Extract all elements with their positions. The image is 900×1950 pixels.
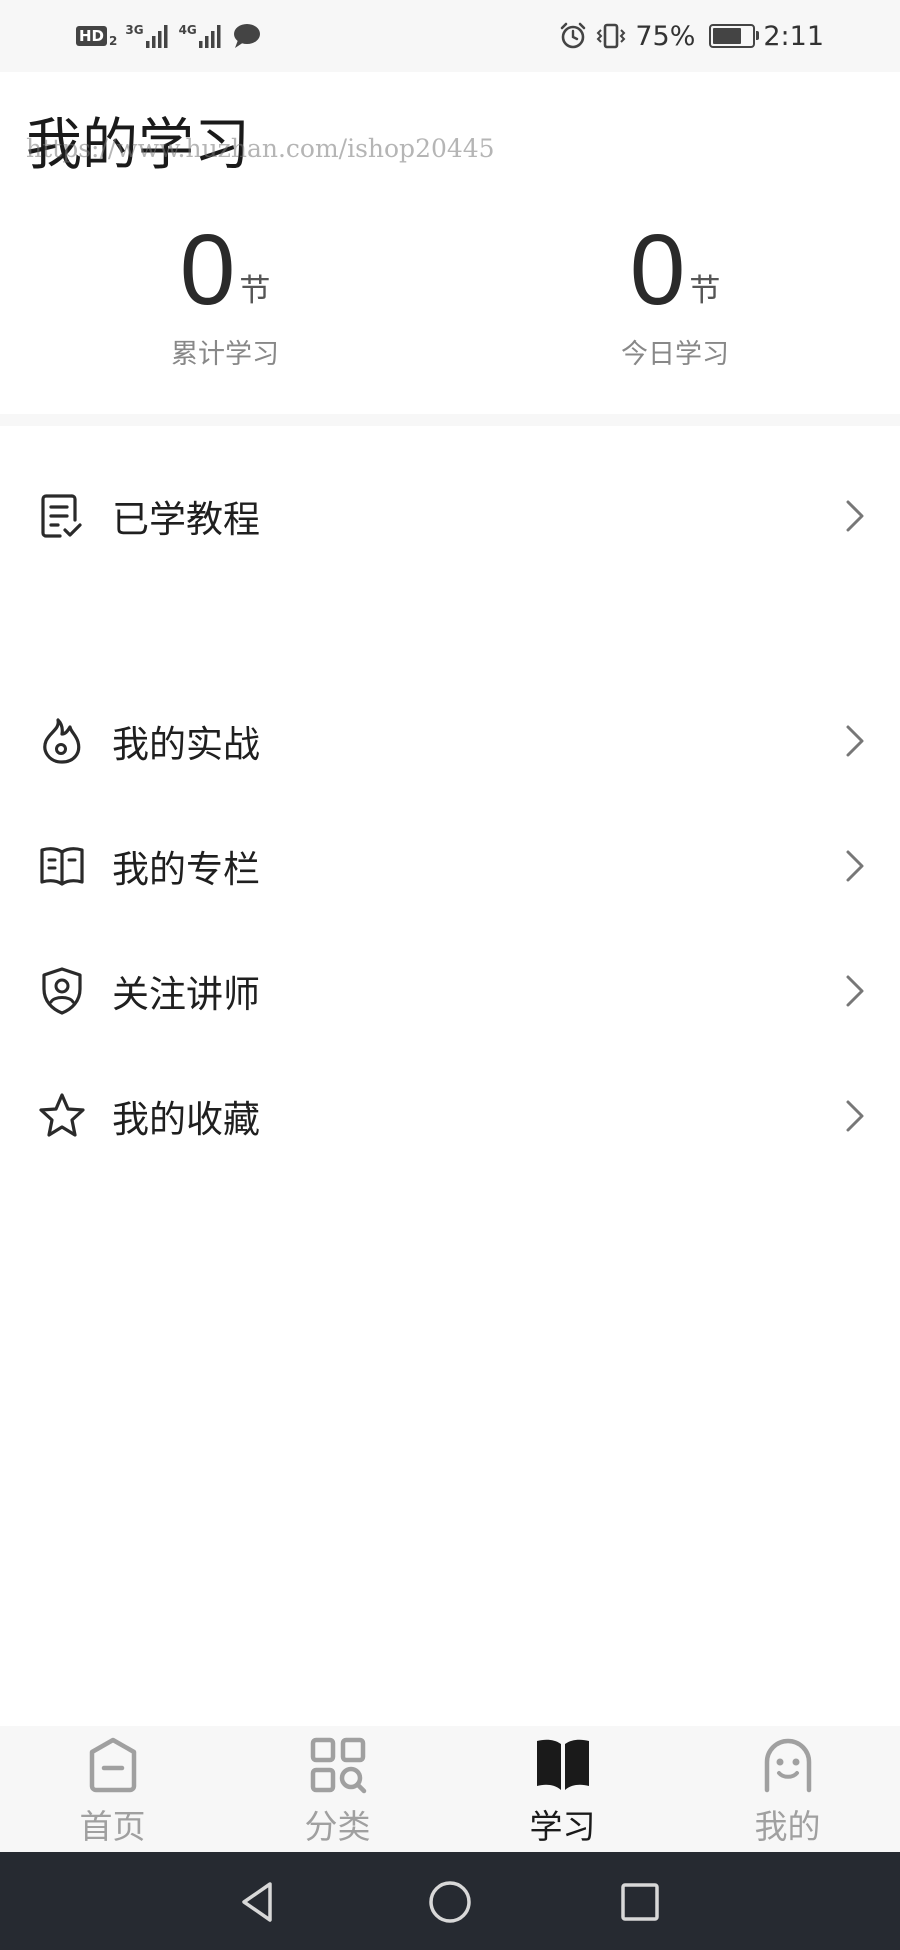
tab-category-label: 分类 bbox=[304, 1807, 371, 1846]
tab-mine-label: 我的 bbox=[754, 1807, 821, 1846]
chevron-right-icon bbox=[844, 974, 866, 1008]
signal-bars-icon bbox=[145, 25, 168, 48]
stat-today-label: 今日学习 bbox=[621, 339, 729, 370]
chevron-right-icon bbox=[844, 499, 866, 533]
menu-label-my-practice: 我的实战 bbox=[112, 723, 260, 766]
signal-3g: 3G bbox=[125, 23, 170, 49]
tab-category[interactable]: 分类 bbox=[225, 1726, 450, 1852]
menu-item-followed-teachers[interactable]: 关注讲师 bbox=[0, 936, 900, 1046]
stat-today-value-row: 0 节 bbox=[450, 220, 900, 320]
menu-label-learned-courses: 已学教程 bbox=[112, 498, 260, 541]
menu-item-learned-courses[interactable]: 已学教程 bbox=[0, 461, 900, 571]
stat-total: 0 节 累计学习 bbox=[0, 220, 450, 390]
menu-label-my-favorites: 我的收藏 bbox=[112, 1098, 260, 1141]
hd-label: HD bbox=[76, 26, 108, 46]
status-right: 75% 2:11 bbox=[559, 16, 824, 56]
section-divider bbox=[0, 414, 900, 426]
stat-total-value: 0 bbox=[179, 214, 236, 326]
stat-total-label: 累计学习 bbox=[171, 339, 279, 370]
hd-voice-indicator: HD 2 bbox=[76, 24, 117, 48]
tab-home[interactable]: 首页 bbox=[0, 1726, 225, 1852]
hd-sub-label: 2 bbox=[109, 34, 118, 48]
battery-icon bbox=[709, 24, 760, 48]
home-circle-icon[interactable] bbox=[426, 1878, 474, 1926]
signal-4g-label: 4G bbox=[178, 23, 197, 37]
tab-study[interactable]: 学习 bbox=[450, 1726, 675, 1852]
bottom-tab-bar: 首页 分类 学习 我的 bbox=[0, 1726, 900, 1852]
tab-home-label: 首页 bbox=[79, 1807, 146, 1846]
profile-icon bbox=[757, 1734, 819, 1796]
stat-today-value: 0 bbox=[629, 214, 686, 326]
stat-total-value-row: 0 节 bbox=[0, 220, 450, 320]
menu-item-my-practice[interactable]: 我的实战 bbox=[0, 686, 900, 796]
category-icon bbox=[307, 1734, 369, 1796]
stat-today: 0 节 今日学习 bbox=[450, 220, 900, 390]
vibrate-icon bbox=[596, 23, 626, 49]
chevron-right-icon bbox=[844, 724, 866, 758]
battery-percent: 75% bbox=[635, 20, 696, 52]
watermark-text: https://www.huzhan.com/ishop20445 bbox=[26, 134, 495, 163]
home-icon bbox=[82, 1734, 144, 1796]
system-navigation-bar bbox=[0, 1852, 900, 1950]
menu-label-followed-teachers: 关注讲师 bbox=[112, 973, 260, 1016]
checklist-icon bbox=[36, 490, 88, 542]
alarm-icon bbox=[561, 22, 586, 49]
signal-bars-icon bbox=[198, 25, 221, 48]
teacher-shield-icon bbox=[36, 965, 88, 1017]
clock: 2:11 bbox=[763, 20, 824, 52]
menu-label-my-columns: 我的专栏 bbox=[112, 848, 260, 891]
battery-fill bbox=[713, 28, 741, 44]
menu-item-my-columns[interactable]: 我的专栏 bbox=[0, 811, 900, 921]
flame-icon bbox=[36, 715, 88, 767]
signal-4g: 4G bbox=[179, 23, 224, 49]
open-book-icon bbox=[36, 840, 88, 892]
status-left: HD 2 3G 4G bbox=[76, 16, 262, 56]
menu-item-my-favorites[interactable]: 我的收藏 bbox=[0, 1061, 900, 1171]
status-bar: HD 2 3G 4G 75% 2:11 bbox=[0, 0, 900, 72]
recents-icon[interactable] bbox=[616, 1878, 664, 1926]
tab-mine[interactable]: 我的 bbox=[675, 1726, 900, 1852]
stat-total-unit: 节 bbox=[239, 273, 271, 309]
back-icon[interactable] bbox=[234, 1878, 282, 1926]
tab-study-label: 学习 bbox=[529, 1807, 596, 1846]
book-icon bbox=[532, 1734, 594, 1796]
star-icon bbox=[36, 1090, 88, 1142]
signal-3g-label: 3G bbox=[125, 23, 144, 37]
stat-today-unit: 节 bbox=[689, 273, 721, 309]
chevron-right-icon bbox=[844, 1099, 866, 1133]
learning-stats: 0 节 累计学习 0 节 今日学习 bbox=[0, 220, 900, 390]
message-icon bbox=[233, 24, 260, 48]
chevron-right-icon bbox=[844, 849, 866, 883]
